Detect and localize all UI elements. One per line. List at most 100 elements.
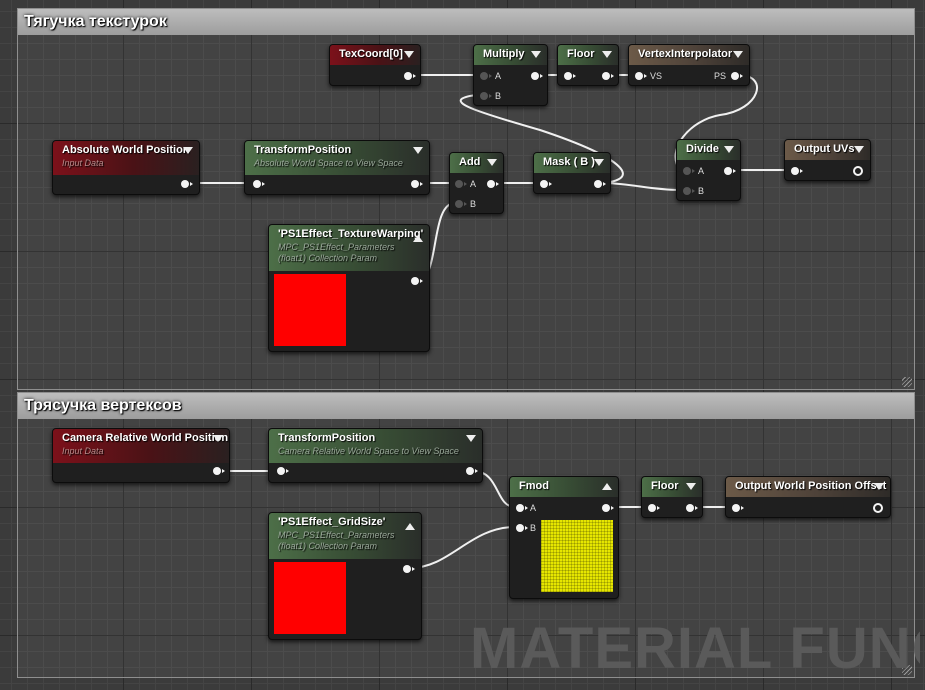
pin-label-a: A: [470, 179, 477, 189]
output-pin[interactable]: [466, 467, 478, 475]
node-header[interactable]: Multiply: [474, 45, 547, 65]
node-subtitle: MPC_PS1Effect_Parameters: [278, 530, 395, 540]
input-pin-a[interactable]: [683, 167, 695, 175]
node-header[interactable]: Fmod: [510, 477, 618, 497]
floor-node[interactable]: Floor: [557, 44, 619, 86]
output-pin[interactable]: [853, 166, 863, 176]
input-pin[interactable]: [564, 72, 576, 80]
chevron-down-icon[interactable]: [686, 483, 696, 490]
add-node[interactable]: Add A B: [449, 152, 504, 214]
output-pin[interactable]: [411, 277, 423, 285]
output-pin[interactable]: [531, 72, 543, 80]
node-title: Divide: [686, 143, 720, 155]
output-pin[interactable]: [724, 167, 736, 175]
chevron-up-icon[interactable]: [413, 235, 423, 242]
output-pin[interactable]: [403, 565, 415, 573]
node-header[interactable]: Floor: [558, 45, 618, 65]
output-pin[interactable]: [487, 180, 499, 188]
input-pin[interactable]: [648, 504, 660, 512]
chevron-down-icon[interactable]: [854, 146, 864, 153]
vertex-interpolator-node[interactable]: VertexInterpolator VS PS: [628, 44, 750, 86]
chevron-down-icon[interactable]: [602, 51, 612, 58]
output-pin[interactable]: [602, 72, 614, 80]
fmod-preview-swatch: [541, 520, 613, 592]
comment-title[interactable]: Тягучка текстурок: [18, 9, 914, 35]
fmod-node[interactable]: Fmod A B: [509, 476, 619, 599]
texcoord-node[interactable]: TexCoord[0]: [329, 44, 421, 86]
input-pin[interactable]: [253, 180, 265, 188]
chevron-down-icon[interactable]: [213, 435, 223, 442]
transform-position-node[interactable]: TransformPosition Absolute World Space to…: [244, 140, 430, 195]
comment-title[interactable]: Трясучка вертексов: [18, 393, 914, 419]
node-title: Add: [459, 156, 481, 168]
node-header[interactable]: Camera Relative World Position Input Data: [53, 429, 229, 463]
input-pin-b[interactable]: [480, 92, 492, 100]
chevron-up-icon[interactable]: [602, 483, 612, 490]
node-header[interactable]: Add: [450, 153, 503, 173]
output-pin[interactable]: [686, 504, 698, 512]
floor-node[interactable]: Floor: [641, 476, 703, 518]
node-header[interactable]: Output World Position Offset: [726, 477, 890, 497]
output-pin[interactable]: [411, 180, 423, 188]
input-pin[interactable]: [791, 167, 803, 175]
node-header[interactable]: Mask ( B ): [534, 153, 610, 173]
input-pin-b[interactable]: [683, 187, 695, 195]
node-header[interactable]: Floor: [642, 477, 702, 497]
transform-position-node[interactable]: TransformPosition Camera Relative World S…: [268, 428, 483, 483]
node-header[interactable]: Output UVs: [785, 140, 870, 160]
node-header[interactable]: TransformPosition Absolute World Space to…: [245, 141, 429, 175]
chevron-down-icon[interactable]: [531, 51, 541, 58]
output-pin[interactable]: [404, 72, 416, 80]
node-header[interactable]: 'PS1Effect_GridSize' MPC_PS1Effect_Parame…: [269, 513, 421, 559]
chevron-down-icon[interactable]: [874, 483, 884, 490]
mask-node[interactable]: Mask ( B ): [533, 152, 611, 194]
input-pin-vs[interactable]: [635, 72, 647, 80]
node-title: Floor: [567, 48, 595, 60]
node-subtitle: (float1) Collection Param: [278, 541, 378, 551]
input-pin-a[interactable]: [455, 180, 467, 188]
node-subtitle: MPC_PS1Effect_Parameters: [278, 242, 395, 252]
divide-node[interactable]: Divide A B: [676, 139, 741, 201]
pin-label-b: B: [530, 523, 537, 533]
resize-grip[interactable]: [902, 377, 912, 387]
node-header[interactable]: TransformPosition Camera Relative World S…: [269, 429, 482, 463]
input-pin-a[interactable]: [480, 72, 492, 80]
input-pin[interactable]: [540, 180, 552, 188]
absolute-world-position-node[interactable]: Absolute World Position Input Data: [52, 140, 200, 195]
output-pin[interactable]: [873, 503, 883, 513]
node-header[interactable]: Divide: [677, 140, 740, 160]
chevron-down-icon[interactable]: [594, 159, 604, 166]
output-pin-ps[interactable]: [731, 72, 743, 80]
camera-relative-world-position-node[interactable]: Camera Relative World Position Input Data: [52, 428, 230, 483]
node-header[interactable]: Absolute World Position Input Data: [53, 141, 199, 175]
chevron-down-icon[interactable]: [404, 51, 414, 58]
pin-label-b: B: [470, 199, 477, 209]
chevron-down-icon[interactable]: [724, 146, 734, 153]
chevron-down-icon[interactable]: [413, 147, 423, 154]
input-pin-b[interactable]: [516, 524, 528, 532]
chevron-down-icon[interactable]: [487, 159, 497, 166]
input-pin[interactable]: [732, 504, 744, 512]
input-pin[interactable]: [277, 467, 289, 475]
output-pin[interactable]: [594, 180, 606, 188]
input-pin-a[interactable]: [516, 504, 528, 512]
param-preview-swatch: [274, 274, 346, 346]
input-pin-b[interactable]: [455, 200, 467, 208]
node-header[interactable]: TexCoord[0]: [330, 45, 420, 65]
output-pin[interactable]: [181, 180, 193, 188]
node-header[interactable]: 'PS1Effect_TextureWarping' MPC_PS1Effect_…: [269, 225, 429, 271]
grid-size-param-node[interactable]: 'PS1Effect_GridSize' MPC_PS1Effect_Parame…: [268, 512, 422, 640]
node-header[interactable]: VertexInterpolator: [629, 45, 749, 65]
chevron-up-icon[interactable]: [405, 523, 415, 530]
chevron-down-icon[interactable]: [183, 147, 193, 154]
output-pin[interactable]: [213, 467, 225, 475]
chevron-down-icon[interactable]: [733, 51, 743, 58]
output-world-position-offset-node[interactable]: Output World Position Offset: [725, 476, 891, 518]
node-title: Floor: [651, 480, 679, 492]
output-pin[interactable]: [602, 504, 614, 512]
texture-warping-param-node[interactable]: 'PS1Effect_TextureWarping' MPC_PS1Effect_…: [268, 224, 430, 352]
multiply-node[interactable]: Multiply A B: [473, 44, 548, 106]
output-uvs-node[interactable]: Output UVs: [784, 139, 871, 181]
node-title: Output UVs: [794, 143, 855, 155]
chevron-down-icon[interactable]: [466, 435, 476, 442]
